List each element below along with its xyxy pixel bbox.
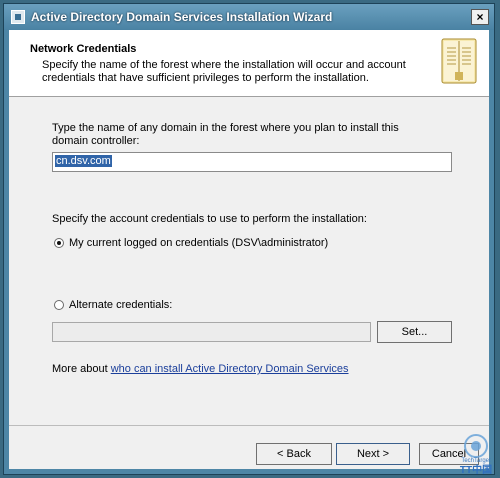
current-credentials-label[interactable]: My current logged on credentials (DSV\ad… <box>69 237 389 250</box>
credentials-prompt: Specify the account credentials to use t… <box>52 213 367 225</box>
wizard-window-icon <box>11 10 25 24</box>
back-button[interactable]: < Back <box>256 443 332 465</box>
who-can-install-link[interactable]: who can install Active Directory Domain … <box>111 363 349 375</box>
book-icon <box>441 38 477 84</box>
wizard-window: Active Directory Domain Services Install… <box>3 3 495 475</box>
current-credentials-radio[interactable] <box>54 238 64 248</box>
domain-name-input[interactable]: cn.dsv.com <box>52 152 452 172</box>
techtarget-watermark-icon: TechTarget TT中国 <box>460 434 492 476</box>
set-button[interactable]: Set... <box>377 321 452 343</box>
wizard-client-area: Network Credentials Specify the name of … <box>9 30 489 469</box>
wizard-header: Network Credentials Specify the name of … <box>9 30 489 97</box>
alternate-credentials-field <box>52 322 371 342</box>
footer-separator <box>9 425 489 426</box>
alternate-credentials-label[interactable]: Alternate credentials: <box>69 299 269 312</box>
domain-prompt: Type the name of any domain in the fores… <box>52 122 399 147</box>
window-title: Active Directory Domain Services Install… <box>31 10 333 24</box>
page-description: Specify the name of the forest where the… <box>42 59 406 84</box>
page-title: Network Credentials <box>30 43 137 55</box>
next-button[interactable]: Next > <box>336 443 410 465</box>
more-info-text: More about who can install Active Direct… <box>52 363 452 376</box>
title-bar[interactable]: Active Directory Domain Services Install… <box>4 4 494 30</box>
more-info-prefix: More about <box>52 363 111 375</box>
close-button[interactable]: × <box>471 9 489 25</box>
watermark-subtext: TT中国 <box>460 463 492 476</box>
domain-name-value: cn.dsv.com <box>55 155 112 167</box>
watermark-text: TechTarget <box>461 458 491 464</box>
alternate-credentials-radio[interactable] <box>54 300 64 310</box>
